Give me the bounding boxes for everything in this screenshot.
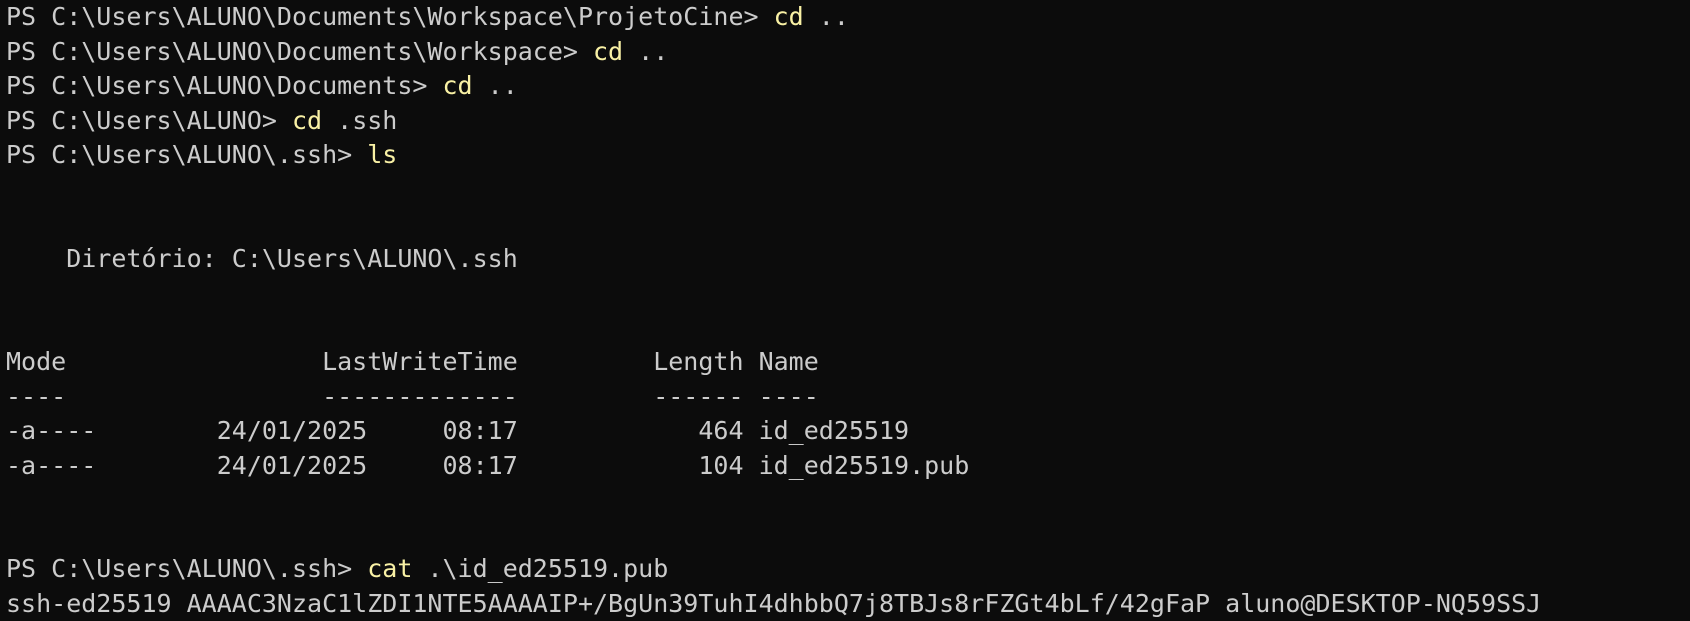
- command-name: cat: [367, 554, 413, 583]
- prompt: PS C:\Users\ALUNO\Documents\Workspace\Pr…: [6, 2, 774, 31]
- command-line: PS C:\Users\ALUNO\Documents\Workspace> c…: [6, 35, 1690, 70]
- command-args: .\id_ed25519.pub: [412, 554, 669, 583]
- command-line: PS C:\Users\ALUNO\Documents\Workspace\Pr…: [6, 0, 1690, 35]
- command-line: PS C:\Users\ALUNO\Documents> cd ..: [6, 69, 1690, 104]
- command-line: PS C:\Users\ALUNO\.ssh> ls: [6, 138, 1690, 173]
- command-name: cd: [773, 2, 804, 31]
- command-args: ..: [623, 36, 669, 66]
- prompt: PS C:\Users\ALUNO\Documents\Workspace>: [6, 36, 593, 66]
- command-output: ssh-ed25519 AAAAC3NzaC1lZDI1NTE5AAAAIP+/…: [6, 588, 1542, 618]
- listing-separator: ---- ------------- ------ ----: [6, 381, 819, 411]
- command-line: PS C:\Users\ALUNO> cd .ssh: [6, 104, 1690, 139]
- command-name: ls: [367, 140, 398, 169]
- prompt: PS C:\Users\ALUNO\.ssh>: [6, 554, 368, 583]
- directory-line: Diretório: C:\Users\ALUNO\.ssh: [6, 243, 518, 273]
- command-name: cd: [442, 71, 473, 100]
- command-args: .ssh: [322, 105, 398, 135]
- listing-row: -a---- 24/01/2025 08:17 464 id_ed25519: [6, 416, 910, 445]
- command-args: ..: [803, 2, 849, 31]
- command-args: ..: [472, 71, 518, 100]
- prompt: PS C:\Users\ALUNO\Documents>: [6, 71, 443, 100]
- terminal-window[interactable]: PS C:\Users\ALUNO\Documents\Workspace\Pr…: [0, 0, 1690, 621]
- prompt: PS C:\Users\ALUNO>: [6, 105, 292, 135]
- listing-header: Mode LastWriteTime Length Name: [6, 347, 819, 376]
- command-name: cd: [291, 105, 323, 135]
- command-name: cd: [593, 36, 624, 66]
- prompt: PS C:\Users\ALUNO\.ssh>: [6, 140, 368, 169]
- listing-row: -a---- 24/01/2025 08:17 104 id_ed25519.p…: [6, 450, 970, 480]
- command-line: PS C:\Users\ALUNO\.ssh> cat .\id_ed25519…: [6, 552, 1690, 587]
